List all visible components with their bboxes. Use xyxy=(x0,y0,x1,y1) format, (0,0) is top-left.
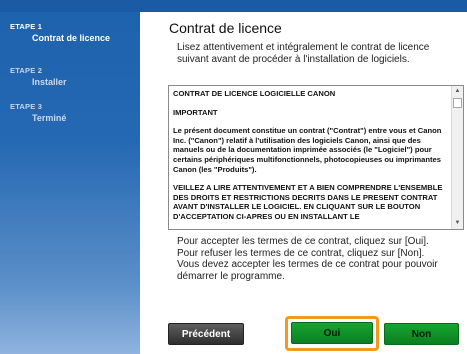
sidebar: ETAPE 1 Contrat de licence ETAPE 2 Insta… xyxy=(0,0,140,354)
step-label: Installer xyxy=(32,77,67,87)
license-scrollbar[interactable]: ▲ ▼ xyxy=(451,86,463,229)
back-button[interactable]: Précédent xyxy=(168,323,244,345)
sidebar-step-license: ETAPE 1 Contrat de licence xyxy=(10,22,135,43)
step-label: Terminé xyxy=(32,113,67,123)
sidebar-top-stripe xyxy=(0,0,140,12)
step-label: Contrat de licence xyxy=(32,33,111,43)
requirement-line: Vous devez accepter les termes de ce con… xyxy=(177,259,438,282)
no-button[interactable]: Non xyxy=(384,323,459,345)
license-textbox[interactable]: CONTRAT DE LICENCE LOGICIELLE CANON IMPO… xyxy=(168,85,464,230)
license-paragraph: Le présent document constitue un contrat… xyxy=(173,126,442,174)
page-title: Contrat de licence xyxy=(169,20,282,36)
scroll-down-arrow-icon[interactable]: ▼ xyxy=(452,218,463,229)
sidebar-step-finished: ETAPE 3 Terminé xyxy=(10,102,135,123)
accept-instructions: Pour accepter les termes de ce contrat, … xyxy=(177,236,462,282)
step-number: ETAPE 2 xyxy=(10,66,43,75)
license-paragraph: VEILLEZ A LIRE ATTENTIVEMENT ET A BIEN C… xyxy=(173,183,443,221)
license-important: IMPORTANT xyxy=(173,107,218,117)
step-number: ETAPE 3 xyxy=(10,102,43,111)
intro-text: Lisez attentivement et intégralement le … xyxy=(177,42,430,65)
license-content: CONTRAT DE LICENCE LOGICIELLE CANON IMPO… xyxy=(173,89,449,229)
sidebar-step-install: ETAPE 2 Installer xyxy=(10,66,135,87)
step-number: ETAPE 1 xyxy=(10,22,43,31)
license-heading: CONTRAT DE LICENCE LOGICIELLE CANON xyxy=(173,89,336,98)
yes-button[interactable]: Oui xyxy=(291,322,373,344)
header-stripe xyxy=(140,0,467,12)
installer-window: ETAPE 1 Contrat de licence ETAPE 2 Insta… xyxy=(0,0,467,354)
scroll-up-arrow-icon[interactable]: ▲ xyxy=(452,86,463,97)
scroll-thumb[interactable] xyxy=(453,98,462,108)
refuse-line: Pour refuser les termes de ce contrat, c… xyxy=(177,247,425,259)
accept-line: Pour accepter les termes de ce contrat, … xyxy=(177,236,429,247)
